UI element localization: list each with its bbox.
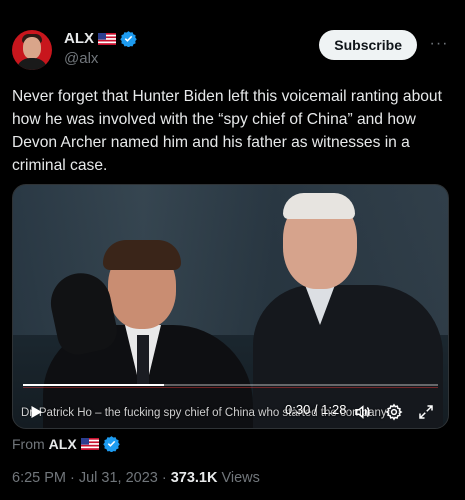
views-label: Views bbox=[221, 470, 260, 486]
video-time: 0:30 / 1:28 bbox=[285, 402, 347, 417]
meta-separator: · bbox=[70, 470, 75, 486]
play-icon[interactable] bbox=[27, 403, 45, 421]
volume-icon[interactable] bbox=[353, 403, 371, 421]
audio-waveform-line bbox=[23, 387, 438, 388]
author-handle[interactable]: @alx bbox=[64, 50, 98, 67]
video-controls: 0:30 / 1:28 bbox=[13, 399, 448, 425]
video-figure-right-hair bbox=[283, 193, 355, 219]
tweet-text: Never forget that Hunter Biden left this… bbox=[12, 88, 442, 174]
verified-icon bbox=[120, 31, 137, 47]
author-name-row[interactable]: ALX bbox=[64, 30, 137, 47]
settings-gear-icon[interactable] bbox=[385, 403, 403, 421]
tweet-date[interactable]: Jul 31, 2023 bbox=[79, 470, 158, 486]
tweet-meta: 6:25 PM · Jul 31, 2023 · 373.1K Views bbox=[12, 470, 260, 486]
tweet-header: ALX @alx Subscribe ··· bbox=[12, 28, 453, 72]
video-progress-bar[interactable] bbox=[23, 384, 438, 386]
video-figure-left-tie bbox=[137, 335, 149, 385]
video-source-row: From ALX bbox=[12, 435, 120, 452]
fullscreen-icon[interactable] bbox=[417, 403, 435, 421]
subscribe-button[interactable]: Subscribe bbox=[319, 30, 417, 60]
verified-icon bbox=[102, 436, 120, 452]
video-player[interactable]: Dr. Patrick Ho – the fucking spy chief o… bbox=[12, 184, 449, 429]
tweet-time[interactable]: 6:25 PM bbox=[12, 470, 66, 486]
avatar[interactable] bbox=[12, 30, 52, 70]
video-progress-fill bbox=[23, 384, 165, 386]
avatar-face bbox=[23, 37, 41, 59]
us-flag-icon bbox=[80, 437, 99, 450]
source-author-link[interactable]: ALX bbox=[49, 436, 77, 452]
views-count: 373.1K bbox=[170, 470, 218, 486]
meta-separator: · bbox=[161, 470, 167, 486]
us-flag-icon bbox=[98, 32, 116, 45]
author-display-name[interactable]: ALX bbox=[64, 30, 94, 47]
video-figure-left-hair bbox=[103, 240, 181, 270]
more-icon[interactable]: ··· bbox=[429, 34, 449, 54]
avatar-body bbox=[16, 58, 48, 70]
from-label: From bbox=[12, 435, 45, 452]
